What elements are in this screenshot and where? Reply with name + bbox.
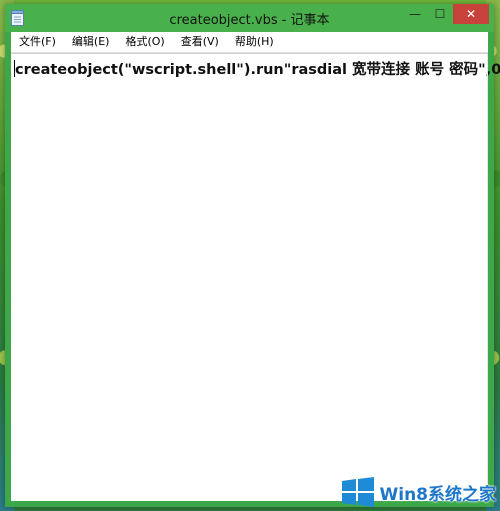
menu-bar: 文件(F) 编辑(E) 格式(O) 查看(V) 帮助(H) [11,32,488,53]
menu-item-help[interactable]: 帮助(H) [227,32,282,52]
close-button[interactable]: ✕ [453,4,489,24]
notepad-window: createobject.vbs - 记事本 — ☐ ✕ 文件(F) 编辑(E)… [5,4,500,507]
minimize-button[interactable]: — [402,4,428,24]
editor-right-border [487,54,488,501]
menu-item-edit[interactable]: 编辑(E) [64,32,118,52]
windows-logo-icon [342,477,375,507]
title-bar[interactable]: createobject.vbs - 记事本 — ☐ ✕ [5,4,494,32]
watermark: Win8系统之家 [341,477,496,507]
menu-item-file[interactable]: 文件(F) [11,32,64,52]
text-editor-area[interactable]: createobject("wscript.shell").run"rasdia… [11,53,500,501]
watermark-text: Win8系统之家 [379,484,496,505]
editor-content[interactable]: createobject("wscript.shell").run"rasdia… [15,62,500,78]
maximize-button[interactable]: ☐ [428,4,452,24]
menu-item-format[interactable]: 格式(O) [117,32,172,52]
menu-item-view[interactable]: 查看(V) [173,32,227,52]
